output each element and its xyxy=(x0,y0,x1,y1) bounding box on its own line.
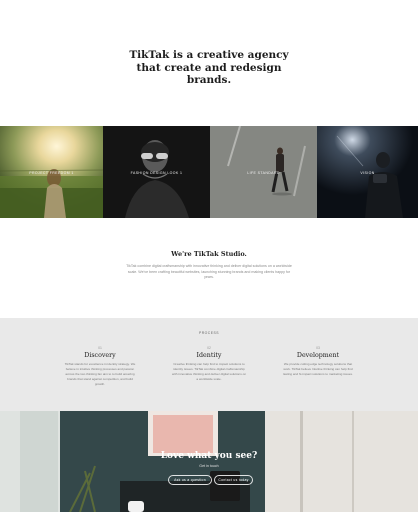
process-text: TikTak stands for excellence in identity… xyxy=(64,362,136,386)
process-column-development: 03 Development We provide cutting edge t… xyxy=(280,346,356,377)
ask-question-button[interactable]: Ask us a question xyxy=(168,475,212,485)
process-column-discovery: 01 Discovery TikTak stands for excellenc… xyxy=(62,346,138,387)
about-title: We're TikTak Studio. xyxy=(171,250,247,258)
hero-title-line: that create and redesign xyxy=(136,61,282,74)
hero-title-line: brands. xyxy=(186,74,232,86)
process-number: 03 xyxy=(316,346,320,350)
cta-subtitle: Get in touch xyxy=(199,464,219,468)
hero-title-line: TikTak is a creative agency xyxy=(129,49,289,61)
process-title: Development xyxy=(296,352,340,359)
project-tile-vision[interactable]: VISION xyxy=(317,126,418,218)
about-section: We're TikTak Studio. TikTak combine digi… xyxy=(0,218,418,318)
project-caption: LIFE STANDARD xyxy=(247,171,280,175)
process-title: Discovery xyxy=(84,352,116,359)
cta-title: Love what you see? xyxy=(160,451,258,461)
process-number: 01 xyxy=(98,346,102,350)
project-tile-fashion[interactable]: FASHION DESIGN LOOK 1 xyxy=(103,126,210,218)
process-label: PROCESS xyxy=(198,331,220,335)
project-tile-freedom[interactable]: PROJECT FREEDOM 1 xyxy=(0,126,103,218)
office-background-photo xyxy=(0,411,418,512)
about-text: TikTak combine digital craftsmanship wit… xyxy=(126,264,292,280)
contact-us-button[interactable]: Contact us today xyxy=(214,475,253,485)
process-title: Identity xyxy=(196,352,222,359)
project-tile-life[interactable]: LIFE STANDARD xyxy=(210,126,317,218)
process-number: 02 xyxy=(207,346,211,350)
project-caption: VISION xyxy=(360,171,375,175)
project-gallery: PROJECT FREEDOM 1 FASHION DESIGN LOOK 1 … xyxy=(0,126,418,218)
hero-section: TikTak is a creative agency that create … xyxy=(0,0,418,126)
contact-cta-section: Love what you see? Get in touch Ask us a… xyxy=(0,411,418,512)
hero-title: TikTak is a creative agency that create … xyxy=(0,49,418,87)
project-caption: FASHION DESIGN LOOK 1 xyxy=(130,171,183,175)
process-text: We provide cutting edge technology solut… xyxy=(283,362,353,376)
process-text: Creative thinking can help find to impac… xyxy=(171,362,247,381)
process-column-identity: 02 Identity Creative thinking can help f… xyxy=(171,346,247,382)
project-caption: PROJECT FREEDOM 1 xyxy=(29,171,74,175)
process-section: PROCESS 01 Discovery TikTak stands for e… xyxy=(0,318,418,411)
